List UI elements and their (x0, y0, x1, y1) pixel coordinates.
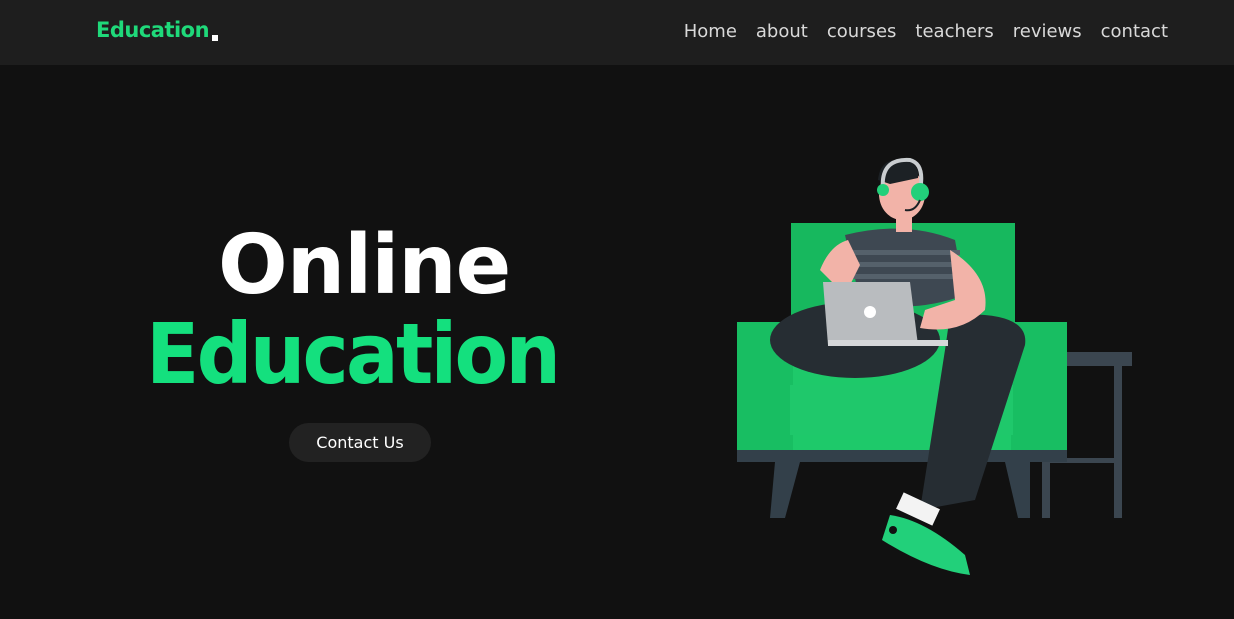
nav-link-courses[interactable]: courses (827, 21, 897, 42)
hero-title-line1: Online (218, 218, 511, 313)
nav-link-contact[interactable]: contact (1101, 21, 1168, 42)
nav-link-teachers[interactable]: teachers (915, 21, 993, 42)
main-nav: Home about courses teachers reviews cont… (684, 21, 1168, 42)
student-illustration (737, 157, 1132, 575)
nav-link-about[interactable]: about (756, 21, 808, 42)
contact-us-button[interactable]: Contact Us (289, 423, 431, 462)
logo-dot-icon (212, 35, 218, 41)
site-header: Education Home about courses teachers re… (0, 0, 1234, 65)
nav-link-home[interactable]: Home (684, 21, 737, 42)
logo[interactable]: Education (96, 18, 210, 42)
nav-link-reviews[interactable]: reviews (1013, 21, 1082, 42)
hero-title-line2: Education (146, 305, 561, 403)
